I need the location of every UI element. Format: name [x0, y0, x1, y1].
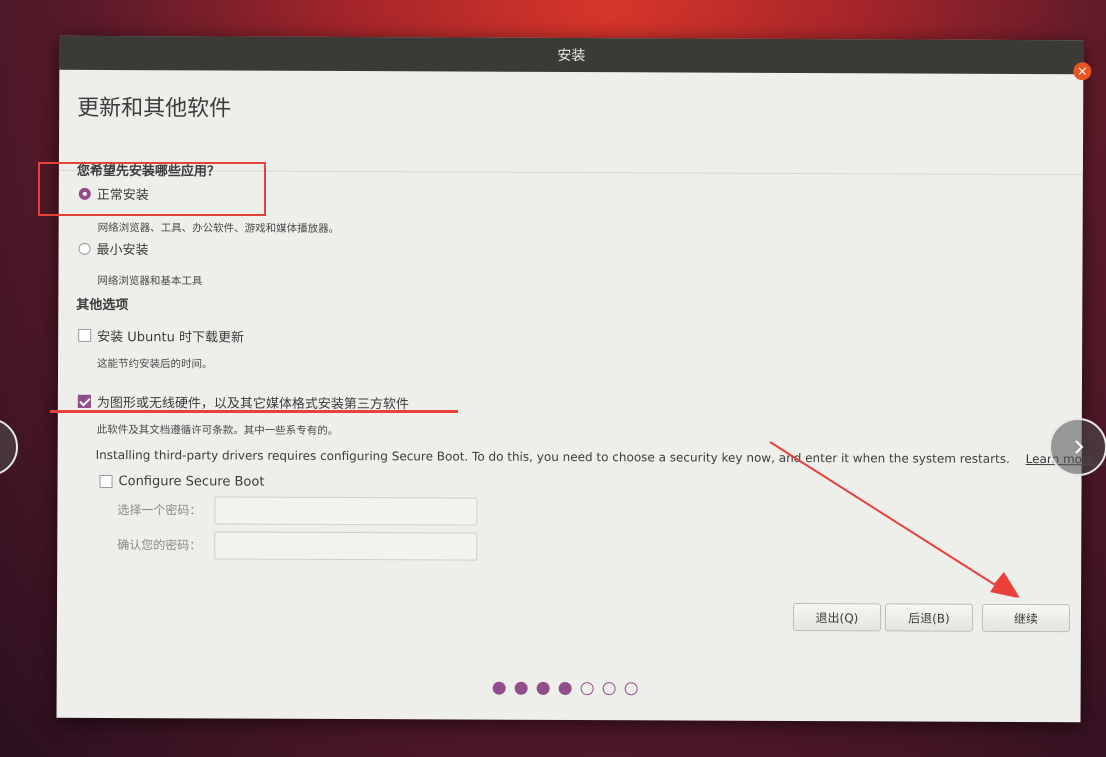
- confirm-password-input[interactable]: [214, 531, 478, 561]
- minimal-install-label: 最小安装: [96, 242, 149, 259]
- secure-boot-info-text: Installing third-party drivers requires …: [95, 447, 1010, 466]
- page-title: 更新和其他软件: [77, 95, 232, 122]
- progress-dot-done: [492, 681, 506, 695]
- back-button[interactable]: 后退(B): [884, 603, 974, 632]
- progress-dot-pending: [624, 682, 638, 696]
- progress-dot-done: [514, 681, 528, 695]
- annotation-box: [38, 162, 266, 216]
- window-title: 安装: [557, 47, 586, 65]
- download-updates-checkbox[interactable]: 安装 Ubuntu 时下载更新: [78, 326, 244, 346]
- configure-secure-boot-checkbox[interactable]: Configure Secure Boot: [99, 474, 265, 490]
- continue-button[interactable]: 继续: [981, 603, 1071, 633]
- checkbox-unchecked-icon: [78, 328, 92, 342]
- password-input[interactable]: [214, 496, 478, 526]
- chevron-right-icon: [1075, 440, 1084, 454]
- annotation-underline: [50, 410, 458, 413]
- confirm-password-label: 确认您的密码：: [117, 538, 202, 553]
- normal-install-desc: 网络浏览器、工具、办公软件、游戏和媒体播放器。: [97, 221, 340, 235]
- progress-dot-done: [536, 681, 550, 695]
- installer-window: 安装 × 更新和其他软件 您希望先安装哪些应用？ 正常安装 网络浏览器、工具、办…: [56, 35, 1106, 723]
- download-updates-label: 安装 Ubuntu 时下载更新: [97, 329, 245, 346]
- third-party-desc: 此软件及其文档遵循许可条款。其中一些系专有的。: [96, 423, 339, 437]
- prev-slide-button[interactable]: [0, 418, 18, 476]
- next-slide-button[interactable]: [1049, 418, 1106, 476]
- radio-unselected-icon: [78, 242, 91, 255]
- download-updates-desc: 这能节约安装后的时间。: [97, 357, 213, 371]
- other-options-heading: 其他选项: [76, 297, 129, 314]
- progress-dot-current: [558, 681, 572, 696]
- minimal-install-radio[interactable]: 最小安装: [78, 239, 149, 259]
- minimal-install-desc: 网络浏览器和基本工具: [97, 274, 203, 288]
- progress-dot-pending: [602, 682, 616, 696]
- checkbox-checked-icon: [77, 394, 91, 408]
- secure-boot-info: Installing third-party drivers requires …: [96, 448, 1106, 466]
- progress-dot-pending: [580, 682, 594, 696]
- password-label: 选择一个密码：: [117, 503, 202, 518]
- title-bar: 安装: [59, 35, 1084, 75]
- quit-button[interactable]: 退出(Q): [792, 602, 882, 632]
- configure-secure-boot-label: Configure Secure Boot: [118, 474, 265, 490]
- progress-dots: [492, 681, 638, 696]
- checkbox-unchecked-icon: [99, 474, 113, 489]
